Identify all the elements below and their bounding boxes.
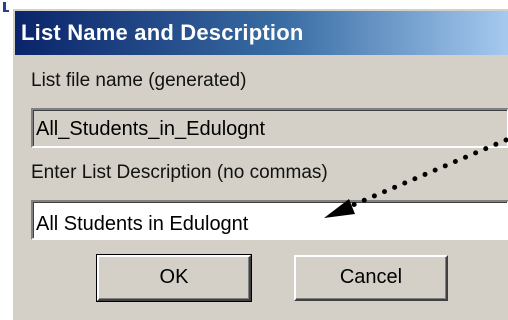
dialog-title: List Name and Description bbox=[21, 20, 304, 45]
corner-mark bbox=[3, 2, 9, 12]
file-name-field: All_Students_in_Edulognt bbox=[31, 108, 508, 148]
file-name-label: List file name (generated) bbox=[31, 70, 247, 91]
ok-button[interactable]: OK bbox=[96, 254, 252, 302]
list-name-dialog: List Name and Description List file name… bbox=[12, 8, 508, 320]
description-input[interactable] bbox=[31, 200, 508, 240]
dialog-titlebar[interactable]: List Name and Description bbox=[15, 11, 508, 55]
description-label: Enter List Description (no commas) bbox=[31, 162, 328, 183]
cancel-button[interactable]: Cancel bbox=[294, 255, 448, 301]
